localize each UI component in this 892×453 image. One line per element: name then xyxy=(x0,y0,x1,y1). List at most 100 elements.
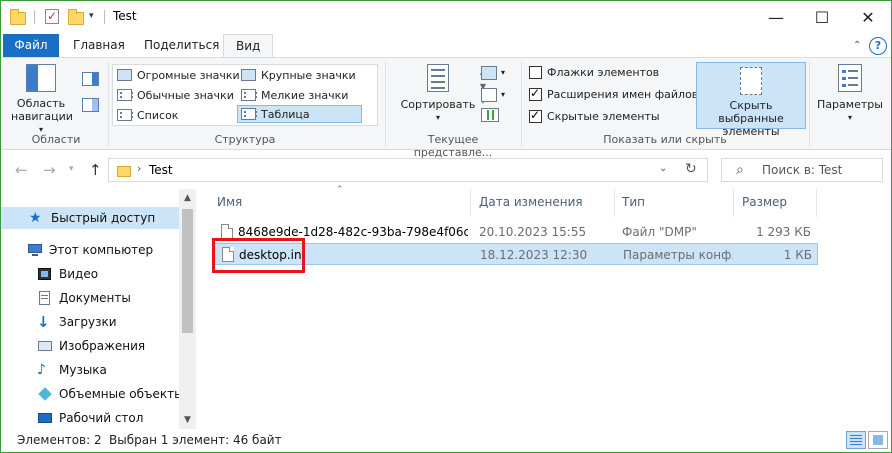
breadcrumb-chevron-icon[interactable]: › xyxy=(137,162,141,175)
column-divider[interactable] xyxy=(816,189,817,217)
video-icon xyxy=(37,267,53,281)
tab-share[interactable]: Поделиться xyxy=(132,34,231,58)
checkbox[interactable] xyxy=(529,86,542,101)
preview-pane-icon[interactable] xyxy=(82,72,99,86)
group-separator xyxy=(108,62,109,146)
nav-item-label: Загрузки xyxy=(59,315,117,329)
nav-item-label: Изображения xyxy=(59,339,146,353)
tab-file[interactable]: Файл xyxy=(3,34,59,58)
group-by-dropdown-icon[interactable]: ▾ xyxy=(501,68,505,77)
nav-item-label: Объемные объекты xyxy=(59,387,184,401)
nav-item-desktop[interactable]: Рабочий стол xyxy=(1,407,143,429)
qat-dropdown-icon[interactable]: ▾ xyxy=(89,11,94,21)
status-bar: Элементов: 2 Выбран 1 элемент: 46 байт xyxy=(1,429,891,453)
add-columns-icon[interactable] xyxy=(481,88,497,102)
layout-list[interactable]: Список xyxy=(117,106,178,124)
group-separator xyxy=(809,62,810,146)
sort-button[interactable]: Сортировать ▾ xyxy=(399,64,477,124)
column-header-name[interactable]: Имя xyxy=(217,195,242,209)
nav-item-music[interactable]: ♪ Музыка xyxy=(1,359,107,381)
checkbox[interactable] xyxy=(529,108,542,123)
add-columns-dropdown-icon[interactable]: ▾ xyxy=(501,90,505,99)
forward-arrow-icon[interactable]: → xyxy=(43,161,56,179)
scroll-thumb[interactable] xyxy=(182,209,193,333)
hidden-items-toggle[interactable]: Скрытые элементы xyxy=(529,107,660,125)
item-checkboxes-toggle[interactable]: Флажки элементов xyxy=(529,63,659,81)
nav-pane-scrollbar[interactable]: ▲ ▼ xyxy=(179,189,196,429)
column-header-type[interactable]: Тип xyxy=(622,195,645,209)
checkbox-label: Скрытые элементы xyxy=(547,109,660,123)
back-arrow-icon[interactable]: ← xyxy=(15,161,28,179)
highlight-annotation xyxy=(212,238,305,273)
close-button[interactable]: ✕ xyxy=(845,1,891,33)
new-folder-icon[interactable] xyxy=(68,9,84,25)
show-hide-group-label: Показать или скрыть xyxy=(603,133,727,146)
file-type: Файл "DMP" xyxy=(622,225,697,239)
download-icon: ↓ xyxy=(37,313,50,331)
options-label: Параметры xyxy=(817,98,883,111)
file-extensions-toggle[interactable]: Расширения имен файлов xyxy=(529,85,698,103)
size-columns-icon[interactable] xyxy=(481,108,499,122)
layout-details[interactable]: Таблица xyxy=(237,105,362,123)
up-arrow-icon[interactable]: ↑ xyxy=(89,161,102,179)
layout-medium-icons[interactable]: Обычные значки xyxy=(117,86,234,104)
hide-selected-label-1: Скрыть выбранные xyxy=(718,99,784,125)
desktop-icon xyxy=(37,411,53,425)
nav-item-3d-objects[interactable]: Объемные объекты xyxy=(1,383,184,405)
title-bar: ✓ ▾ Test — ☐ ✕ xyxy=(1,1,891,33)
layout-extra-large-icons[interactable]: Огромные значки xyxy=(117,66,240,84)
group-separator xyxy=(385,62,386,146)
documents-icon xyxy=(37,291,53,305)
scroll-up-icon[interactable]: ▲ xyxy=(179,193,196,203)
large-icons-view-icon[interactable] xyxy=(868,431,888,449)
recent-locations-icon[interactable]: ▾ xyxy=(69,164,74,174)
file-date: 18.12.2023 12:30 xyxy=(480,248,588,262)
collapse-ribbon-icon[interactable]: ⌃ xyxy=(853,40,861,51)
nav-item-label: Видео xyxy=(59,267,99,281)
nav-item-quick-access[interactable]: ★ Быстрый доступ xyxy=(1,207,179,229)
nav-item-downloads[interactable]: ↓ Загрузки xyxy=(1,311,117,333)
file-size: 1 293 КБ xyxy=(756,225,811,239)
options-button[interactable]: Параметры ▾ xyxy=(815,64,885,124)
address-dropdown-icon[interactable]: ⌄ xyxy=(659,163,667,174)
navigation-pane-label-2: навигации xyxy=(11,110,73,123)
nav-item-pictures[interactable]: Изображения xyxy=(1,335,145,357)
maximize-button[interactable]: ☐ xyxy=(799,1,845,33)
layout-gallery: Огромные значки Крупные значки Обычные з… xyxy=(112,64,486,126)
search-input[interactable]: ⌕ Поиск в: Test xyxy=(721,158,883,182)
layout-small-icons[interactable]: Мелкие значки xyxy=(241,86,348,104)
address-bar[interactable]: › Test ⌄ ↻ xyxy=(108,158,708,182)
column-divider[interactable] xyxy=(470,189,471,217)
nav-item-this-pc[interactable]: Этот компьютер xyxy=(1,239,153,261)
help-icon[interactable]: ? xyxy=(869,37,887,55)
navigation-pane-button[interactable]: Область навигации ▾ xyxy=(11,64,73,136)
refresh-icon[interactable]: ↻ xyxy=(685,161,697,177)
column-header-date[interactable]: Дата изменения xyxy=(479,195,583,209)
options-icon xyxy=(838,64,862,92)
layout-label: Огромные значки xyxy=(137,68,240,82)
minimize-button[interactable]: — xyxy=(753,1,799,33)
properties-icon[interactable]: ✓ xyxy=(45,9,59,24)
hide-selected-button[interactable]: Скрыть выбранные элементы xyxy=(696,62,806,138)
nav-item-label: Этот компьютер xyxy=(49,243,154,257)
nav-item-documents[interactable]: Документы xyxy=(1,287,131,309)
layout-label: Таблица xyxy=(261,107,310,121)
column-divider[interactable] xyxy=(733,189,734,217)
group-by-icon[interactable] xyxy=(481,66,497,80)
navigation-pane-label-1: Область xyxy=(16,97,66,110)
nav-item-label: Музыка xyxy=(59,363,107,377)
details-pane-icon[interactable] xyxy=(82,98,99,112)
scroll-down-icon[interactable]: ▼ xyxy=(179,415,196,425)
tab-view[interactable]: Вид xyxy=(223,34,274,58)
areas-group-label: Области xyxy=(31,133,81,146)
items-count: Элементов: 2 xyxy=(17,433,102,447)
layout-large-icons[interactable]: Крупные значки xyxy=(241,66,356,84)
column-header-size[interactable]: Размер xyxy=(742,195,787,209)
details-icon xyxy=(241,108,257,120)
tab-home[interactable]: Главная xyxy=(61,34,137,58)
nav-item-videos[interactable]: Видео xyxy=(1,263,98,285)
details-view-icon[interactable] xyxy=(846,431,866,449)
column-divider[interactable] xyxy=(614,189,615,217)
checkbox[interactable] xyxy=(529,65,542,79)
sort-ascending-icon: ⌃ xyxy=(336,185,344,195)
